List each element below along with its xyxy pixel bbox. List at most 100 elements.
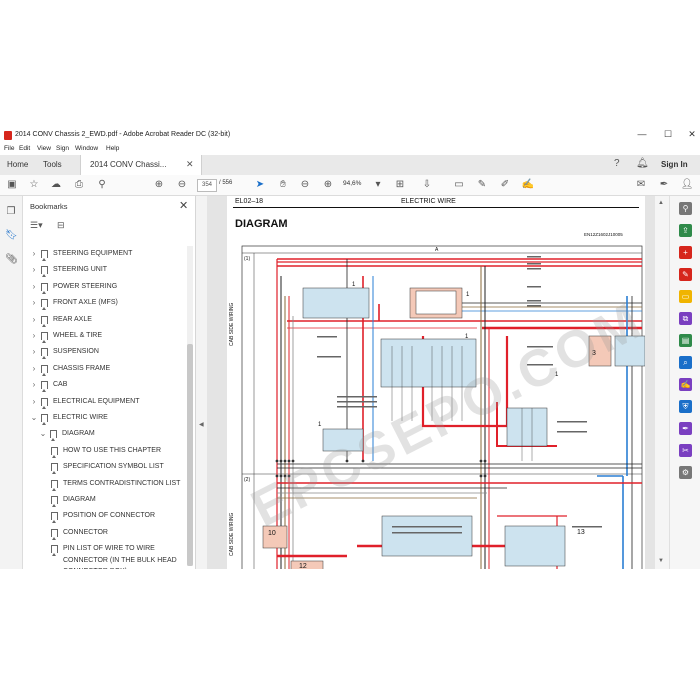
chevron-down-icon[interactable]: ▾ [371, 178, 385, 192]
next-page-icon[interactable]: ⊖ [175, 178, 189, 192]
save-icon[interactable]: ▣ [5, 178, 19, 192]
chevron-down-icon[interactable]: ⌄ [39, 429, 47, 438]
tab-document[interactable]: 2014 CONV Chassi... ✕ [80, 155, 202, 175]
tab-home[interactable]: Home [7, 160, 28, 169]
fit-page-icon[interactable]: ⊞ [393, 178, 407, 192]
bookmark-star-icon[interactable]: ☆ [27, 178, 41, 192]
menu-sign[interactable]: Sign [56, 145, 69, 152]
chevron-right-icon[interactable]: › [30, 331, 38, 340]
bookmarks-panel-icon[interactable]: 🔖︎ [5, 230, 18, 242]
bookmark-label: HOW TO USE THIS CHAPTER [63, 446, 162, 454]
chevron-right-icon[interactable]: › [30, 347, 38, 356]
redact-icon[interactable]: ✂ [679, 444, 692, 457]
edit-pdf-icon[interactable]: ✎ [679, 268, 692, 281]
page-number-input[interactable]: 354 [197, 179, 217, 192]
bookmark-item[interactable]: SPECIFICATION SYMBOL LIST [51, 460, 183, 475]
chevron-right-icon[interactable]: › [30, 298, 38, 307]
bookmark-item[interactable]: › CAB [30, 378, 183, 393]
chevron-down-icon[interactable]: ⌄ [30, 413, 38, 422]
bookmark-item[interactable]: DIAGRAM [51, 493, 183, 507]
close-window-button[interactable]: ✕ [685, 129, 699, 140]
menu-help[interactable]: Help [106, 145, 119, 152]
chevron-right-icon[interactable]: › [30, 265, 38, 274]
bookmark-item[interactable]: › WHEEL & TIRE [30, 329, 183, 343]
minimize-button[interactable]: — [635, 129, 649, 139]
chevron-right-icon[interactable]: › [30, 380, 38, 389]
bookmark-options-icon[interactable]: ☰▾ [30, 220, 43, 231]
scroll-mode-icon[interactable]: ⇩ [420, 178, 434, 192]
document-viewport[interactable]: EL02–18 ELECTRIC WIRE DIAGRAM EN12Z1602J… [207, 196, 669, 569]
bookmark-label: SPECIFICATION SYMBOL LIST [63, 463, 164, 471]
panel-splitter[interactable]: ◀ [196, 196, 207, 569]
share-email-icon[interactable]: ✉ [634, 178, 648, 192]
bookmark-item[interactable]: › ELECTRICAL EQUIPMENT [30, 395, 183, 409]
help-icon[interactable]: ? [614, 158, 620, 169]
draw-icon[interactable]: ✐ [498, 178, 512, 192]
menu-file[interactable]: File [4, 145, 14, 152]
export-pdf-icon[interactable]: ⇪ [679, 224, 692, 237]
bookmarks-scroll-thumb[interactable] [187, 344, 193, 566]
callout-label: 13 [577, 529, 585, 536]
combine-files-icon[interactable]: ⧉ [679, 312, 692, 325]
collapse-panel-icon[interactable]: ◀ [199, 421, 204, 428]
comment-tool-icon[interactable]: ▭ [679, 290, 692, 303]
maximize-button[interactable]: ☐ [661, 129, 675, 140]
chevron-right-icon[interactable]: › [30, 315, 38, 324]
menu-window[interactable]: Window [75, 145, 98, 152]
close-tab-icon[interactable]: ✕ [186, 159, 194, 170]
comment-icon[interactable]: ▭ [452, 178, 466, 192]
bookmark-item[interactable]: › SUSPENSION [30, 345, 183, 360]
attachments-icon[interactable]: 📎︎ [5, 254, 18, 266]
bookmark-item[interactable]: › STEERING UNIT [30, 263, 183, 278]
close-panel-icon[interactable]: ✕ [179, 199, 188, 212]
search-icon[interactable]: ⚲ [95, 178, 109, 192]
bookmark-item[interactable]: TERMS CONTRADISTINCTION LIST [51, 477, 183, 491]
zoom-search-icon[interactable]: ⚲ [679, 202, 692, 215]
bookmark-item[interactable]: › POWER STEERING [30, 280, 183, 294]
scroll-down-icon[interactable]: ▼ [658, 558, 664, 564]
protect-shield-icon[interactable]: ⛨ [679, 400, 692, 413]
chevron-right-icon[interactable]: › [30, 397, 38, 406]
page-thumbnails-icon[interactable]: ❐ [5, 206, 17, 218]
menu-edit[interactable]: Edit [19, 145, 30, 152]
menu-view[interactable]: View [37, 145, 51, 152]
chevron-right-icon[interactable]: › [30, 249, 38, 258]
bookmark-item[interactable]: POSITION OF CONNECTOR [51, 509, 183, 524]
expand-bookmark-icon[interactable]: ⊟ [57, 220, 65, 231]
notification-bell-icon[interactable]: 🔔︎ [636, 158, 649, 169]
bookmark-item[interactable]: CONNECTOR BOX) [51, 565, 183, 569]
organize-pages-icon[interactable]: ▤ [679, 334, 692, 347]
bookmark-item[interactable]: CONNECTOR [51, 526, 183, 540]
select-cursor-icon[interactable]: ➤ [253, 178, 267, 192]
highlight-pen-icon[interactable]: ✎ [475, 178, 489, 192]
scroll-up-icon[interactable]: ▲ [658, 200, 664, 206]
bookmark-label: CONNECTOR [63, 528, 108, 536]
fill-sign-icon[interactable]: ✍ [521, 178, 535, 192]
upload-cloud-icon[interactable]: ☁ [49, 178, 63, 192]
fill-and-sign-icon[interactable]: ✍ [679, 378, 692, 391]
bookmark-item[interactable]: › STEERING EQUIPMENT [30, 247, 183, 261]
bookmark-item[interactable]: › REAR AXLE [30, 313, 183, 327]
zoom-out-icon[interactable]: ⊖ [298, 178, 312, 192]
zoom-level[interactable]: 94,6% [343, 180, 361, 187]
scan-icon[interactable]: ⌕ [679, 356, 692, 369]
bookmark-item[interactable]: ⌄ ELECTRIC WIRE [30, 411, 183, 425]
chevron-right-icon[interactable]: › [30, 364, 38, 373]
tab-tools[interactable]: Tools [43, 160, 62, 169]
document-scrollbar[interactable]: ▲ ▼ [655, 196, 669, 569]
previous-page-icon[interactable]: ⊕ [152, 178, 166, 192]
add-user-icon[interactable]: 👤︎ [680, 178, 694, 192]
zoom-in-icon[interactable]: ⊕ [321, 178, 335, 192]
chevron-right-icon[interactable]: › [30, 282, 38, 291]
create-pdf-icon[interactable]: + [679, 246, 692, 259]
hand-tool-icon[interactable]: ✋︎ [276, 178, 290, 192]
sign-in-button[interactable]: Sign In [661, 160, 688, 169]
more-tools-icon[interactable]: ⚙ [679, 466, 692, 479]
bookmark-item[interactable]: ⌄ DIAGRAM [39, 427, 183, 442]
send-for-signature-icon[interactable]: ✒ [679, 422, 692, 435]
bookmark-item[interactable]: › FRONT AXLE (MFS) [30, 296, 183, 311]
sign-pen-icon[interactable]: ✒ [657, 178, 671, 192]
print-icon[interactable]: ⎙ [72, 178, 86, 192]
bookmark-item[interactable]: › CHASSIS FRAME [30, 362, 183, 376]
bookmark-item[interactable]: HOW TO USE THIS CHAPTER [51, 444, 183, 458]
